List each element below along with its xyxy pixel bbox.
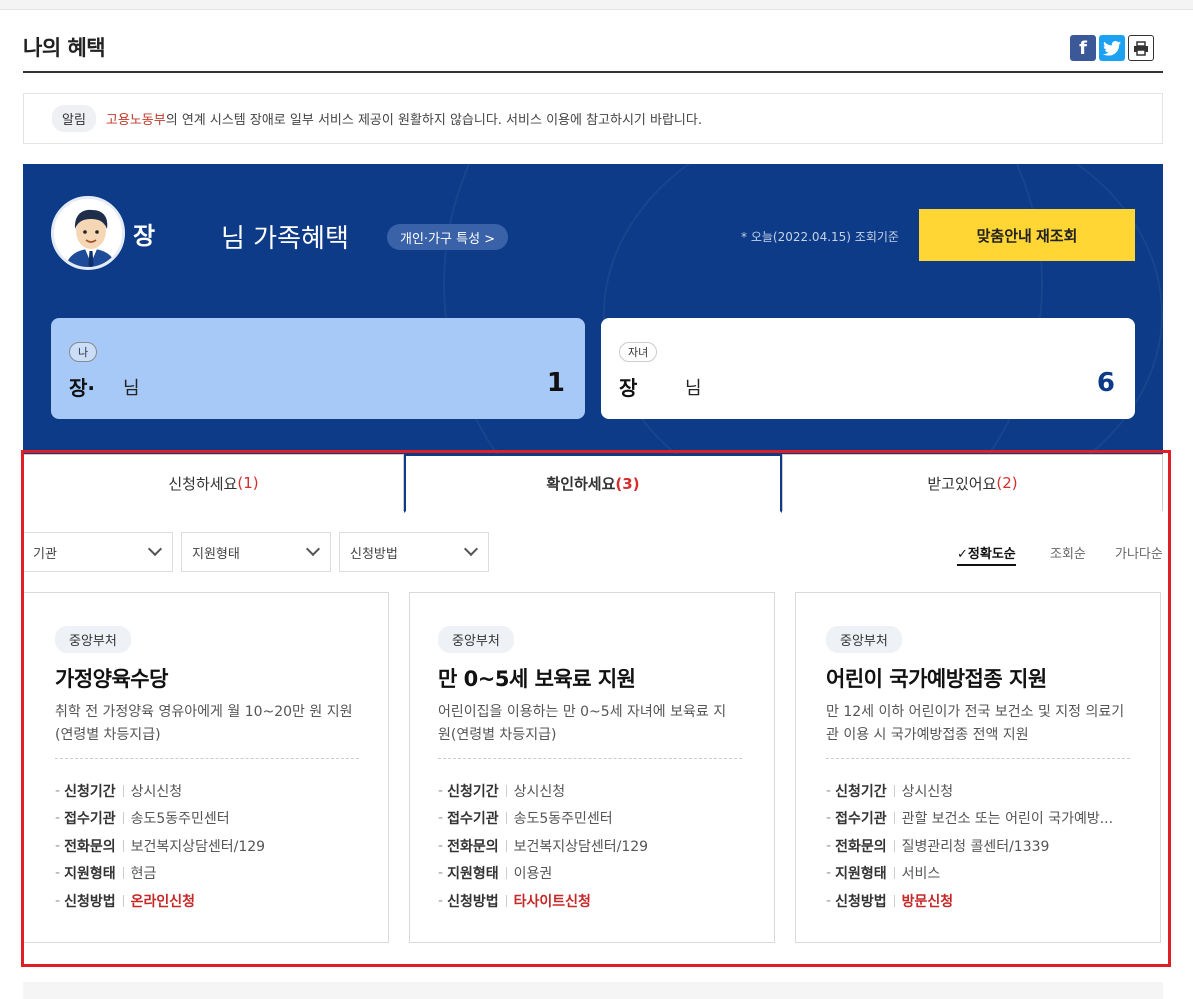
tab-count: (3) — [615, 474, 640, 493]
notice-org-link[interactable]: 고용노동부 — [106, 109, 166, 128]
member-benefit-count: 1 — [546, 368, 565, 398]
user-name: 장 — [133, 222, 156, 250]
member-benefit-count: 6 — [1096, 368, 1115, 398]
member-suffix: 님 — [123, 378, 140, 399]
member-name: 장· — [69, 376, 95, 400]
page-title: 나의 혜택 — [23, 36, 106, 60]
top-strip — [0, 0, 1193, 10]
bottom-strip — [23, 982, 1163, 999]
avatar — [51, 196, 125, 270]
member-suffix: 님 — [685, 378, 702, 399]
member-card-child[interactable]: 자녀 장 님 6 — [601, 318, 1135, 419]
twitter-icon[interactable] — [1099, 35, 1125, 61]
query-date-note: * 오늘(2022.04.15) 조회기준 — [741, 230, 899, 244]
highlight-frame — [21, 450, 1171, 967]
refresh-recommendation-button[interactable]: 맞춤안내 재조회 — [919, 209, 1135, 261]
notice-bar: 알림 고용노동부 의 연계 시스템 장애로 일부 서비스 제공이 원활하지 않습… — [23, 93, 1163, 144]
member-relation-badge: 나 — [69, 342, 98, 362]
title-divider — [23, 71, 1163, 73]
tab-check[interactable]: 확인하세요 (3) — [404, 454, 782, 513]
member-card-me[interactable]: 나 장· 님 1 — [51, 318, 585, 419]
member-relation-badge: 자녀 — [619, 342, 658, 362]
family-benefit-title: 님 가족혜택 — [221, 224, 349, 254]
personal-household-traits-button[interactable]: 개인·가구 특성 > — [387, 224, 509, 250]
facebook-icon[interactable]: f — [1070, 35, 1096, 61]
member-name: 장 — [619, 376, 638, 400]
print-icon[interactable] — [1128, 35, 1154, 61]
notice-badge: 알림 — [52, 105, 96, 132]
notice-text: 의 연계 시스템 장애로 일부 서비스 제공이 원활하지 않습니다. 서비스 이… — [165, 113, 702, 128]
family-benefit-panel: 장 님 가족혜택 개인·가구 특성 > * 오늘(2022.04.15) 조회기… — [23, 164, 1163, 454]
tab-label: 확인하세요 — [546, 475, 616, 493]
